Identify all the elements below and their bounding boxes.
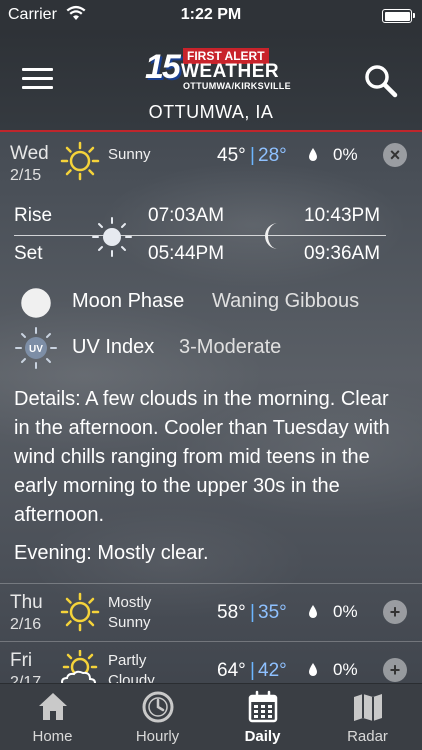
precip-chance: 0% xyxy=(333,602,358,621)
temp-separator: | xyxy=(250,145,255,166)
forecast-details: Details: A few clouds in the morning. Cl… xyxy=(14,388,390,526)
status-bar: Carrier 1:22 PM xyxy=(0,0,422,30)
uv-label: UV Index xyxy=(72,336,155,358)
tab-label: Hourly xyxy=(135,728,180,745)
day-date: 2/16 xyxy=(10,616,42,633)
tab-bar: Home Hourly Daily Radar xyxy=(0,683,422,750)
close-icon: × xyxy=(389,145,401,165)
app-header: 15 FIRST ALERT WEATHER OTTUMWA/KIRKSVILL… xyxy=(0,30,422,132)
tab-home[interactable]: Home xyxy=(0,684,105,750)
raindrop-icon xyxy=(309,663,317,676)
menu-icon-bar xyxy=(22,86,53,89)
tab-label: Home xyxy=(32,728,73,745)
horizon-line xyxy=(14,235,386,236)
sunset-time: 05:44PM xyxy=(148,243,225,264)
day-row[interactable]: Thu 2/16 Mostly Sunny 58° | 35° 0% + xyxy=(0,584,422,640)
tab-radar[interactable]: Radar xyxy=(315,684,420,750)
sunrise-time: 07:03AM xyxy=(148,205,225,226)
sun-icon xyxy=(60,592,100,632)
precip-chance: 0% xyxy=(333,660,358,679)
low-temp: 35° xyxy=(258,602,287,623)
high-temp: 58° xyxy=(217,602,246,623)
day-row-expanded[interactable]: Wed 2/15 Sunny 45° | 28° 0% × xyxy=(0,133,422,189)
evening-forecast: Evening: Mostly clear. xyxy=(14,542,209,564)
moon-phase-value: Waning Gibbous xyxy=(212,290,360,312)
low-temp: 42° xyxy=(258,660,287,681)
logo-weather: WEATHER xyxy=(181,61,280,82)
calendar-icon xyxy=(248,690,278,723)
high-temp: 45° xyxy=(217,145,246,166)
uv-badge-text: UV xyxy=(29,344,43,355)
uv-icon: UV xyxy=(15,327,57,369)
search-icon[interactable] xyxy=(364,64,398,98)
moon-phase-label: Moon Phase xyxy=(72,290,185,312)
raindrop-icon xyxy=(309,148,317,161)
plus-icon: + xyxy=(389,602,401,622)
moonrise-time: 10:43PM xyxy=(304,205,381,226)
temp-separator: | xyxy=(250,660,255,681)
plus-icon: + xyxy=(389,660,401,680)
moon-phase-row: Moon Phase Waning Gibbous xyxy=(0,284,422,324)
location-title: OTTUMWA, IA xyxy=(148,102,274,122)
logo-number: 15 xyxy=(145,48,181,86)
station-logo: 15 FIRST ALERT WEATHER OTTUMWA/KIRKSVILL… xyxy=(145,46,291,94)
high-temp: 64° xyxy=(217,660,246,681)
expand-button[interactable]: + xyxy=(383,600,407,624)
home-icon xyxy=(39,693,67,720)
moon-icon xyxy=(265,223,278,249)
rise-label: Rise xyxy=(14,205,53,226)
temp-separator: | xyxy=(250,602,255,623)
tab-daily[interactable]: Daily xyxy=(210,684,315,750)
raindrop-icon xyxy=(309,605,317,618)
status-time: 1:22 PM xyxy=(180,6,242,23)
logo-market: OTTUMWA/KIRKSVILLE xyxy=(183,81,291,91)
menu-icon-bar xyxy=(22,68,53,71)
menu-button[interactable] xyxy=(22,68,53,90)
map-icon xyxy=(354,694,382,721)
tab-label: Daily xyxy=(244,728,281,745)
tab-label: Radar xyxy=(347,728,388,745)
tab-hourly[interactable]: Hourly xyxy=(105,684,210,750)
precip-chance: 0% xyxy=(333,145,358,164)
menu-icon-bar xyxy=(22,77,53,80)
sun-icon xyxy=(60,141,100,181)
low-temp: 28° xyxy=(258,145,287,166)
day-condition: Sunny xyxy=(108,146,151,163)
battery-icon xyxy=(382,9,415,23)
set-label: Set xyxy=(14,243,43,264)
day-name: Thu xyxy=(10,592,43,613)
sun-horizon-icon xyxy=(92,217,132,257)
day-condition: Mostly Sunny xyxy=(108,594,152,631)
moon-phase-icon xyxy=(21,288,51,318)
rise-set-section: Rise Set 07:03AM 05:44PM 10:43PM 09:36AM xyxy=(0,195,422,275)
uv-index-row: UV UV Index 3-Moderate xyxy=(0,327,422,370)
collapse-button[interactable]: × xyxy=(383,143,407,167)
uv-value: 3-Moderate xyxy=(179,336,282,358)
moonset-time: 09:36AM xyxy=(304,243,381,264)
clock-icon xyxy=(142,691,174,723)
day-name: Fri xyxy=(10,650,33,671)
day-name: Wed xyxy=(10,143,49,164)
expand-button[interactable]: + xyxy=(383,658,407,682)
day-date: 2/15 xyxy=(10,167,42,184)
